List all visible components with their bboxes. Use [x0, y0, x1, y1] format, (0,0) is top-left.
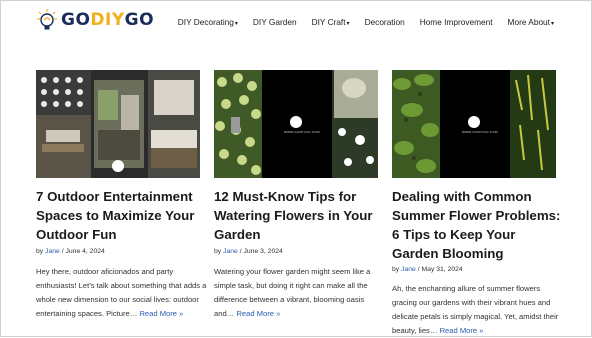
title-line: 7 Outdoor Entertainment [36, 189, 193, 204]
excerpt-line: gracing our gardens with their vibrant h… [392, 298, 551, 307]
nav-item-decoration[interactable]: Decoration [365, 17, 405, 27]
post-card: WWW.GODIYGO.COM Dealing with Common Summ… [392, 70, 560, 335]
brand-part-go: GO [61, 10, 91, 30]
author-link[interactable]: Jane [223, 248, 238, 255]
watermark-logo-icon [468, 116, 480, 128]
meta-separator: / [417, 266, 420, 273]
title-line: Garden Blooming [392, 246, 504, 261]
nav-label: More About [507, 17, 550, 27]
nav-item-more-about[interactable]: More About▾ [508, 17, 554, 27]
post-title[interactable]: Dealing with Common Summer Flower Proble… [392, 187, 567, 263]
title-line: Watering Flowers in Your [214, 208, 373, 223]
chevron-down-icon: ▾ [346, 21, 350, 27]
title-line: Outdoor Fun [36, 227, 117, 242]
main-nav: DIY Decorating▾ DIY Garden DIY Craft▾ De… [178, 17, 554, 27]
nav-item-diy-decorating[interactable]: DIY Decorating▾ [178, 17, 238, 27]
title-line: 12 Must-Know Tips for [214, 189, 357, 204]
author-link[interactable]: Jane [45, 248, 60, 255]
site-header: GODIYGO DIY Decorating▾ DIY Garden DIY C… [0, 0, 592, 42]
post-meta: by Jane / June 4, 2024 [36, 248, 105, 255]
brand-part-diy: DIY [90, 10, 125, 30]
excerpt-line: beauty, lies… [392, 326, 438, 335]
nav-label: DIY Craft [311, 17, 346, 27]
post-card: 7 Outdoor Entertainment Spaces to Maximi… [36, 70, 206, 318]
author-link[interactable]: Jane [401, 266, 416, 273]
chevron-down-icon: ▾ [234, 21, 238, 27]
nav-item-diy-garden[interactable]: DIY Garden [253, 17, 297, 27]
post-date: June 3, 2024 [243, 248, 283, 255]
post-excerpt: Ah, the enchanting allure of summer flow… [392, 282, 582, 338]
meta-by: by [36, 248, 44, 255]
post-title[interactable]: 7 Outdoor Entertainment Spaces to Maximi… [36, 187, 200, 244]
excerpt-line: and… [214, 309, 235, 318]
meta-separator: / [61, 248, 64, 255]
read-more-link[interactable]: Read More » [440, 326, 484, 335]
nav-label: DIY Garden [252, 17, 297, 27]
watermark-logo-icon [112, 160, 124, 172]
title-line: 6 Tips to Keep Your [392, 227, 516, 242]
excerpt-line: entertaining spaces. Picture… [36, 309, 138, 318]
watermark-logo-icon [290, 116, 302, 128]
nav-label: DIY Decorating [177, 17, 234, 27]
excerpt-line: whole new dimension to our social lives:… [36, 295, 199, 304]
brand-part-go2: GO [124, 10, 155, 30]
post-meta: by Jane / May 31, 2024 [392, 266, 463, 273]
excerpt-line: Ah, the enchanting allure of summer flow… [392, 284, 541, 293]
brand-name: GODIYGO [61, 10, 154, 30]
excerpt-line: Watering your flower garden might seem l… [214, 267, 371, 276]
excerpt-line: Hey there, outdoor aficionados and party [36, 267, 174, 276]
post-card: WWW.GODIYGO.COM 12 Must-Know Tips for Wa… [214, 70, 378, 318]
read-more-link[interactable]: Read More » [236, 309, 280, 318]
site-logo[interactable]: GODIYGO [36, 8, 154, 32]
nav-label: Decoration [364, 17, 405, 27]
excerpt-line: enthusiasts! Let’s talk about something … [36, 281, 207, 290]
title-line: Dealing with Common [392, 189, 532, 204]
post-date: May 31, 2024 [421, 266, 463, 273]
excerpt-line: delicate petals is simply magical. Yet, … [392, 312, 559, 321]
chevron-down-icon: ▾ [550, 21, 554, 27]
read-more-link[interactable]: Read More » [139, 309, 183, 318]
watermark-caption: WWW.GODIYGO.COM [284, 130, 320, 134]
nav-label: Home Improvement [419, 17, 493, 27]
post-excerpt: Watering your flower garden might seem l… [214, 265, 389, 321]
nav-item-diy-craft[interactable]: DIY Craft▾ [312, 17, 350, 27]
meta-by: by [214, 248, 222, 255]
post-thumbnail[interactable]: WWW.GODIYGO.COM [214, 70, 378, 178]
title-line: Garden [214, 227, 261, 242]
post-title[interactable]: 12 Must-Know Tips for Watering Flowers i… [214, 187, 384, 244]
lightbulb-icon [37, 9, 57, 30]
post-excerpt: Hey there, outdoor aficionados and party… [36, 265, 216, 321]
post-thumbnail[interactable]: WWW.GODIYGO.COM [392, 70, 556, 178]
excerpt-line: simple task, but doing it right can make… [214, 281, 368, 290]
meta-separator: / [239, 248, 242, 255]
title-line: Spaces to Maximize Your [36, 208, 195, 223]
post-thumbnail[interactable] [36, 70, 200, 178]
watermark-caption: WWW.GODIYGO.COM [462, 130, 498, 134]
excerpt-line: difference between a vibrant, blooming o… [214, 295, 365, 304]
post-date: June 4, 2024 [65, 248, 105, 255]
meta-by: by [392, 266, 400, 273]
nav-item-home-improvement[interactable]: Home Improvement [420, 17, 493, 27]
post-meta: by Jane / June 3, 2024 [214, 248, 283, 255]
title-line: Summer Flower Problems: [392, 208, 561, 223]
